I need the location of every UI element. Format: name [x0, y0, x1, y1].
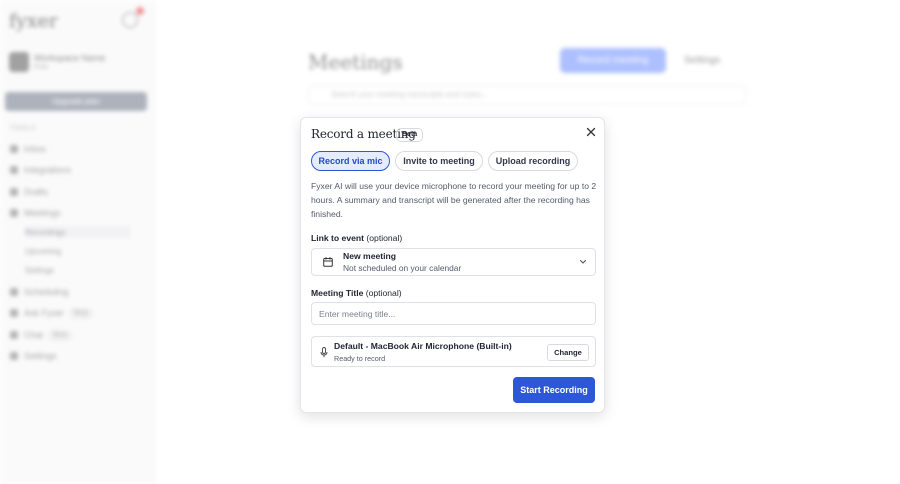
sidebar-item-settings[interactable]: Settings [10, 350, 57, 362]
tab-record-via-mic[interactable]: Record via mic [311, 151, 390, 171]
gear-icon [10, 352, 18, 360]
sidebar-subitem-settings[interactable]: Settings [25, 264, 54, 276]
account-name: Workspace Name [34, 53, 106, 63]
meeting-title-label: Meeting Title (optional) [311, 288, 402, 298]
chevron-down-icon [579, 259, 587, 264]
tab-upload-recording[interactable]: Upload recording [488, 151, 578, 171]
sidebar-subitem-recordings[interactable]: Recordings [25, 226, 131, 238]
event-subtitle: Not scheduled on your calendar [343, 263, 462, 273]
sidebar-item-chat[interactable]: Chat Beta [10, 329, 72, 341]
plug-icon [10, 166, 18, 174]
sidebar-item-label: Settings [24, 351, 57, 361]
search-input[interactable]: Search your meeting transcripts and note… [308, 85, 746, 105]
page-title: Meetings [308, 50, 403, 74]
upgrade-button[interactable]: Upgrade plan [5, 92, 147, 111]
close-icon[interactable] [584, 126, 598, 140]
tab-invite-to-meeting[interactable]: Invite to meeting [395, 151, 483, 171]
record-meeting-button[interactable]: Record meeting [560, 48, 666, 73]
notification-dot [136, 7, 144, 15]
microphone-icon [320, 347, 328, 358]
event-select[interactable]: New meeting Not scheduled on your calend… [311, 248, 596, 276]
sidebar-item-label: Drafts [24, 187, 49, 197]
sidebar-item-label: Scheduling [24, 287, 69, 297]
beta-badge: Beta [70, 308, 93, 318]
calendar-icon [323, 257, 333, 267]
sidebar-item-inbox[interactable]: Inbox [10, 143, 46, 155]
change-microphone-button[interactable]: Change [547, 344, 589, 361]
video-icon [10, 209, 18, 217]
sidebar-item-drafts[interactable]: Drafts [10, 186, 48, 198]
microphone-status: Ready to record [334, 354, 386, 363]
sidebar-item-label: Chat [24, 330, 44, 340]
sidebar-item-ask-fyxer[interactable]: Ask Fyxer Beta [10, 307, 93, 319]
beta-badge: Beta [49, 330, 72, 340]
event-label-text: Link to event [311, 233, 365, 243]
optional-hint: (optional) [366, 233, 403, 243]
sidebar-subitem-upcoming[interactable]: Upcoming [25, 245, 61, 257]
avatar [9, 52, 29, 72]
draft-icon [10, 188, 18, 196]
record-meeting-dialog: Record a meeting Beta Record via mic Inv… [300, 117, 605, 413]
sparkle-icon [10, 309, 18, 317]
sidebar-item-integrations[interactable]: Integrations [10, 164, 71, 176]
sidebar: fyxer Workspace Name Free Upgrade plan T… [0, 0, 155, 484]
logo: fyxer [9, 10, 58, 32]
optional-hint: (optional) [365, 288, 402, 298]
inbox-icon [10, 145, 18, 153]
clock-icon [10, 288, 18, 296]
description: Fyxer AI will use your device microphone… [311, 181, 597, 219]
meeting-title-input[interactable] [311, 302, 596, 325]
settings-button[interactable]: Settings [684, 55, 720, 66]
account-switcher[interactable]: Workspace Name Free [9, 52, 144, 74]
start-recording-button[interactable]: Start Recording [513, 377, 595, 403]
sidebar-item-label: Inbox [24, 144, 47, 154]
event-label: Link to event (optional) [311, 233, 402, 243]
meeting-title-label-text: Meeting Title [311, 288, 364, 298]
sidebar-item-label: Integrations [24, 165, 72, 175]
sidebar-item-label: Meetings [24, 208, 61, 218]
microphone-device: Default - MacBook Air Microphone (Built-… [311, 336, 596, 367]
event-title: New meeting [343, 251, 397, 261]
sidebar-item-meetings[interactable]: Meetings [10, 207, 61, 219]
sidebar-item-label: Ask Fyxer [24, 308, 65, 318]
sidebar-item-scheduling[interactable]: Scheduling [10, 286, 69, 298]
account-plan: Free [34, 64, 49, 71]
sidebar-section-label: TOOLS [10, 125, 37, 132]
microphone-device-name: Default - MacBook Air Microphone (Built-… [334, 341, 512, 351]
chat-icon [10, 331, 18, 339]
bell-icon[interactable] [122, 12, 138, 28]
beta-badge: Beta [396, 128, 424, 142]
